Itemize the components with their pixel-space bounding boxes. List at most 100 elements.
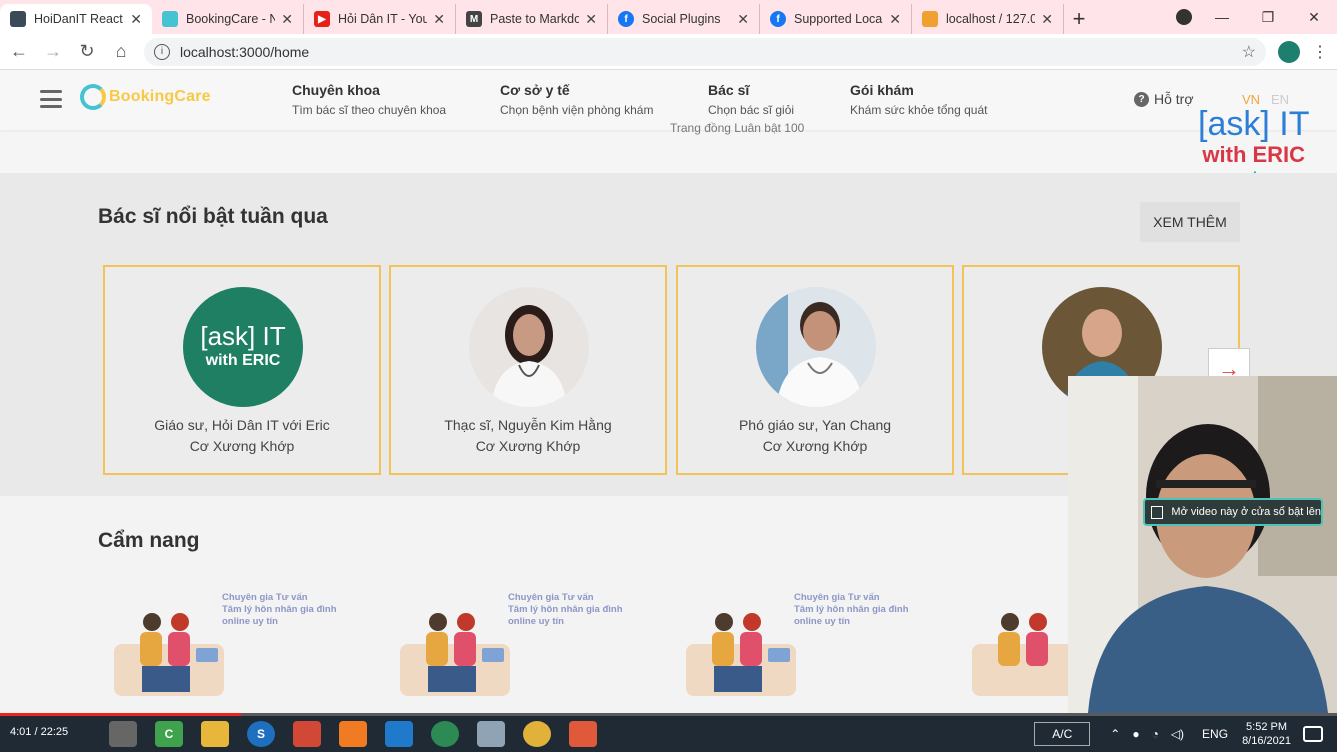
webcam-overlay xyxy=(1068,376,1337,713)
reload-button[interactable]: ↻ xyxy=(72,41,102,62)
doctor-avatar xyxy=(756,287,876,407)
handbook-caption: Chuyên gia Tư vấn Tâm lý hôn nhân gia đìn… xyxy=(794,592,909,627)
handbook-item[interactable]: Chuyên gia Tư vấn Tâm lý hôn nhân gia đìn… xyxy=(112,586,362,713)
doctor-card[interactable]: Thạc sĩ, Nguyễn Kim Hằng Cơ Xương Khớp xyxy=(389,265,667,475)
tab-paste-markdown[interactable]: M Paste to Markdov ✕ xyxy=(456,4,608,34)
watermark-line1: [ask] IT xyxy=(1198,105,1310,143)
close-icon[interactable]: ✕ xyxy=(585,11,597,28)
forward-button[interactable]: → xyxy=(38,41,68,62)
tab-hoidanit-react[interactable]: HoiDanIT React A ✕ xyxy=(0,4,152,34)
menu-subtitle: Chọn bệnh viện phòng khám xyxy=(500,103,654,117)
video-timecode: 4:01 / 22:25 xyxy=(10,726,69,738)
input-language[interactable]: ENG xyxy=(1202,727,1228,741)
close-icon[interactable]: ✕ xyxy=(889,11,901,28)
couple-illustration xyxy=(686,613,796,696)
tooltip-text: Mở video này ở cửa sổ bật lên xyxy=(1171,506,1321,518)
couple-illustration xyxy=(400,613,510,696)
git-icon[interactable] xyxy=(293,721,321,747)
url-text[interactable]: localhost:3000/home xyxy=(180,44,1242,60)
menu-package[interactable]: Gói khám Khám sức khỏe tổng quát xyxy=(850,82,987,117)
section-title: Bác sĩ nổi bật tuần qua xyxy=(98,205,328,228)
back-button[interactable]: ← xyxy=(4,41,34,62)
menu-doctor[interactable]: Bác sĩ Chọn bác sĩ giỏi xyxy=(708,82,794,117)
question-icon: ? xyxy=(1134,91,1149,107)
section-title: Cẩm nang xyxy=(98,529,200,552)
address-bar[interactable]: i localhost:3000/home ☆ xyxy=(144,37,1266,66)
xampp-icon[interactable] xyxy=(339,721,367,747)
doctor-card[interactable]: [ask] IT with ERIC Giáo sư, Hỏi Dân IT v… xyxy=(103,265,381,475)
menu-title: Bác sĩ xyxy=(708,82,750,98)
home-button[interactable]: ⌂ xyxy=(106,41,136,62)
system-tray: A/C ⌃ ● ◔ ◁) ENG 5:52 PM 8/16/2021 xyxy=(1034,716,1337,752)
logo-text: BookingCare xyxy=(109,88,211,105)
profile-avatar[interactable] xyxy=(1278,40,1300,63)
close-icon[interactable]: ✕ xyxy=(737,11,749,28)
support-link[interactable]: ? Hỗ trợ xyxy=(1134,91,1194,107)
tab-title: Social Plugins xyxy=(642,12,721,26)
microphone-icon[interactable]: ● xyxy=(1132,727,1139,741)
tab-title: localhost / 127.0. xyxy=(946,12,1036,26)
window-controls: — ❐ ✕ xyxy=(1199,0,1337,34)
volume-icon[interactable]: ◁) xyxy=(1171,727,1184,741)
close-icon[interactable]: ✕ xyxy=(281,11,293,28)
browser-menu-icon[interactable]: ⋮ xyxy=(1312,42,1328,62)
menu-subtitle: Chọn bác sĩ giỏi xyxy=(708,103,795,117)
tab-social-plugins[interactable]: f Social Plugins ✕ xyxy=(608,4,760,34)
file-explorer-icon[interactable] xyxy=(201,721,229,747)
ac-indicator[interactable]: A/C xyxy=(1034,722,1091,746)
doctor-card[interactable]: Phó giáo sư, Yan Chang Cơ Xương Khớp xyxy=(676,265,954,475)
doctor-avatar: [ask] IT with ERIC xyxy=(183,287,303,407)
skype-like-icon[interactable]: S xyxy=(247,721,275,747)
camtasia-icon[interactable]: C xyxy=(155,721,183,747)
see-more-button[interactable]: XEM THÊM xyxy=(1140,202,1240,242)
doctor-specialty: Cơ Xương Khớp xyxy=(762,438,868,454)
react-icon xyxy=(10,11,26,27)
notes-icon[interactable] xyxy=(477,721,505,747)
maximize-button[interactable]: ❐ xyxy=(1245,9,1291,26)
system-clock[interactable]: 5:52 PM 8/16/2021 xyxy=(1242,720,1291,748)
tab-title: BookingCare - Nề xyxy=(186,12,276,26)
popout-video-tooltip[interactable]: Mở video này ở cửa sổ bật lên xyxy=(1143,498,1323,526)
bookmark-star-icon[interactable]: ☆ xyxy=(1242,42,1256,62)
menu-specialty[interactable]: Chuyên khoa Tìm bác sĩ theo chuyên khoa xyxy=(292,82,446,117)
menu-title: Gói khám xyxy=(850,82,914,98)
vscode-icon[interactable] xyxy=(385,721,413,747)
popout-icon xyxy=(1151,505,1164,519)
doctor-specialty: Cơ Xương Khớp xyxy=(189,438,295,454)
handbook-caption: Chuyên gia Tư vấn Tâm lý hôn nhân gia đìn… xyxy=(508,592,623,627)
minimize-button[interactable]: — xyxy=(1199,9,1245,25)
support-label: Hỗ trợ xyxy=(1154,91,1194,107)
phpmyadmin-icon xyxy=(922,11,938,27)
notification-icon[interactable] xyxy=(1303,726,1323,742)
avatar-logo-line2: with ERIC xyxy=(205,352,281,369)
chrome-icon[interactable] xyxy=(523,721,551,747)
chrome-active-icon[interactable] xyxy=(431,721,459,747)
tab-localhost-phpmyadmin[interactable]: localhost / 127.0. ✕ xyxy=(912,4,1064,34)
close-icon[interactable]: ✕ xyxy=(1041,11,1053,28)
menu-facility[interactable]: Cơ sở y tế Chọn bệnh viện phòng khám xyxy=(500,82,653,117)
new-tab-button[interactable]: + xyxy=(1064,4,1094,34)
close-window-button[interactable]: ✕ xyxy=(1291,9,1337,26)
network-icon[interactable]: ◔ xyxy=(1152,727,1159,741)
menu-title: Cơ sở y tế xyxy=(500,82,570,98)
close-icon[interactable]: ✕ xyxy=(433,11,445,28)
tab-search-icon[interactable] xyxy=(1176,9,1192,25)
handbook-item[interactable]: Chuyên gia Tư vấn Tâm lý hôn nhân gia đìn… xyxy=(684,586,934,713)
chevron-up-icon[interactable]: ⌃ xyxy=(1110,727,1120,741)
hamburger-icon[interactable] xyxy=(40,90,62,108)
taskbar-app-icon[interactable] xyxy=(109,721,137,747)
doctor-name: Thạc sĩ, Nguyễn Kim Hằng xyxy=(444,417,612,433)
bookingcare-logo[interactable]: BookingCare xyxy=(80,84,211,110)
partially-hidden-text: Trang đồng Luân bật 100 xyxy=(670,121,805,135)
tab-supported-locale[interactable]: f Supported Locale ✕ xyxy=(760,4,912,34)
close-icon[interactable]: ✕ xyxy=(130,11,142,28)
logo-icon xyxy=(80,84,106,110)
info-icon[interactable]: i xyxy=(154,43,170,60)
handbook-item[interactable]: Chuyên gia Tư vấn Tâm lý hôn nhân gia đìn… xyxy=(398,586,648,713)
tab-title: Paste to Markdov xyxy=(490,12,580,26)
tab-bookingcare[interactable]: BookingCare - Nề ✕ xyxy=(152,4,304,34)
recorder-icon[interactable] xyxy=(569,721,597,747)
doctor-name: Phó giáo sư, Yan Chang xyxy=(738,417,892,433)
tab-youtube[interactable]: ▶ Hỏi Dân IT - YouT ✕ xyxy=(304,4,456,34)
site-header: BookingCare Chuyên khoa Tìm bác sĩ theo … xyxy=(0,70,1337,135)
